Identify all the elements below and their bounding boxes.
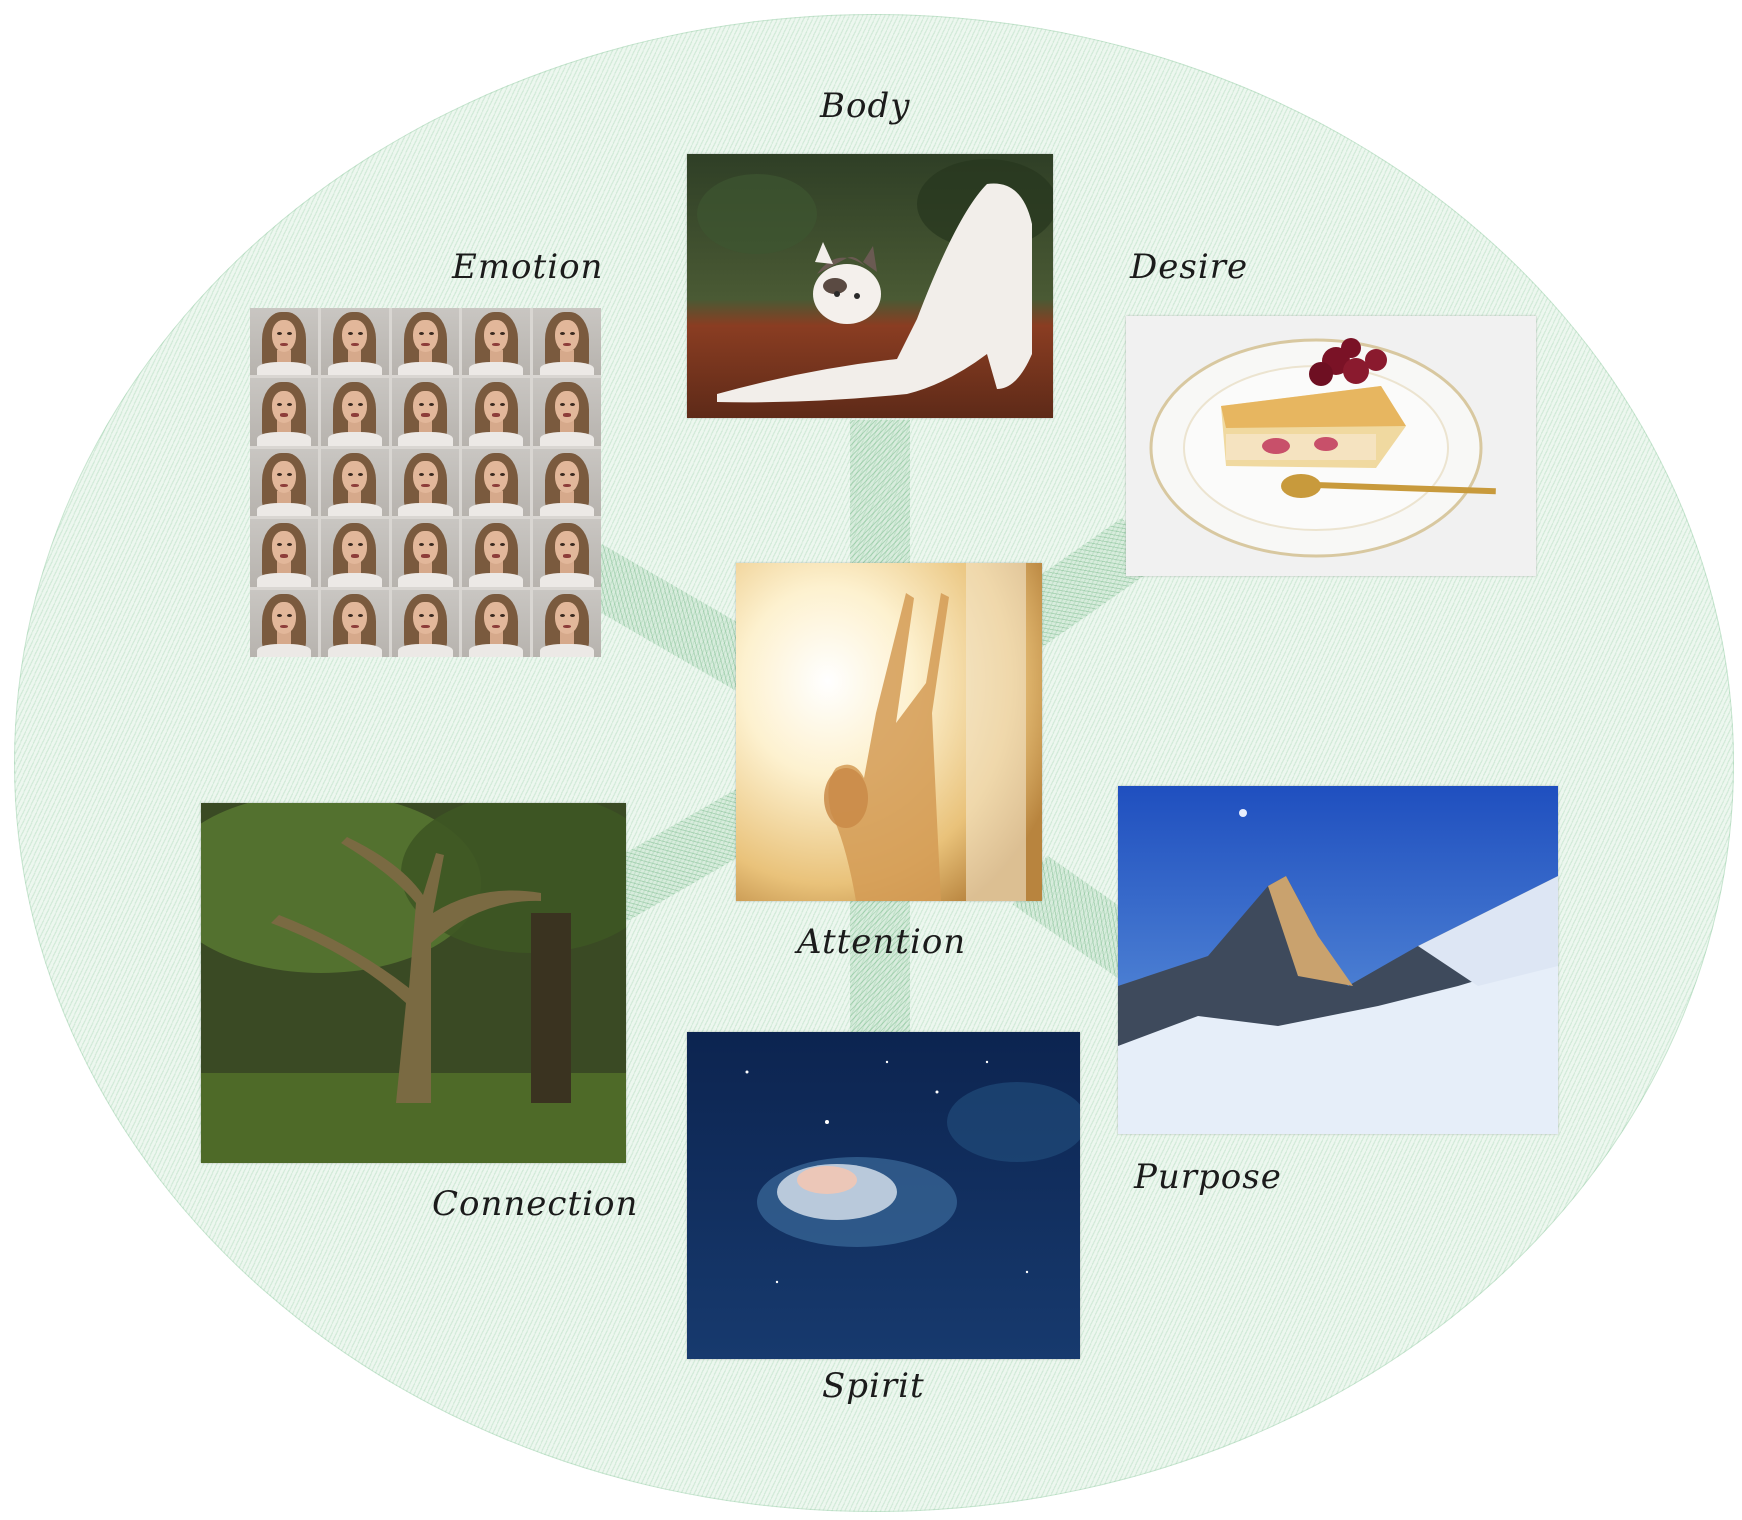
label-body: Body: [820, 86, 911, 126]
face-tile: [462, 378, 531, 446]
face-tile: [391, 589, 460, 657]
face-tile: [320, 308, 389, 376]
label-connection: Connection: [432, 1184, 639, 1224]
label-desire: Desire: [1130, 247, 1249, 287]
diagram-canvas: Body Emotion Desire Attention Connection…: [0, 0, 1742, 1520]
face-tile: [462, 519, 531, 587]
face-tile: [250, 589, 318, 657]
photo-cat-body: [687, 154, 1053, 418]
face-tile: [250, 519, 318, 587]
photo-sunlight-attention: [736, 563, 1042, 901]
face-tile: [462, 589, 531, 657]
face-tile: [320, 519, 389, 587]
photo-forest-connection: [201, 803, 626, 1163]
label-attention: Attention: [797, 922, 967, 962]
photo-night-sky-spirit: [687, 1032, 1080, 1359]
photo-cake-desire: [1126, 316, 1536, 576]
face-tile: [250, 448, 318, 517]
face-tile: [533, 448, 601, 517]
face-tile: [533, 589, 601, 657]
photo-emotion-face-grid: [250, 308, 601, 657]
face-tile: [250, 308, 318, 376]
face-tile: [391, 378, 460, 446]
photo-mountain-purpose: [1118, 786, 1558, 1134]
face-tile: [250, 378, 318, 446]
face-tile: [320, 589, 389, 657]
face-tile: [320, 378, 389, 446]
face-tile: [462, 448, 531, 517]
face-tile: [391, 519, 460, 587]
face-tile: [391, 308, 460, 376]
face-tile: [533, 308, 601, 376]
face-tile: [320, 448, 389, 517]
face-tile: [391, 448, 460, 517]
label-emotion: Emotion: [452, 247, 604, 287]
face-tile: [533, 378, 601, 446]
face-tile: [533, 519, 601, 587]
face-tile: [462, 308, 531, 376]
label-purpose: Purpose: [1134, 1157, 1282, 1197]
label-spirit: Spirit: [822, 1366, 925, 1406]
